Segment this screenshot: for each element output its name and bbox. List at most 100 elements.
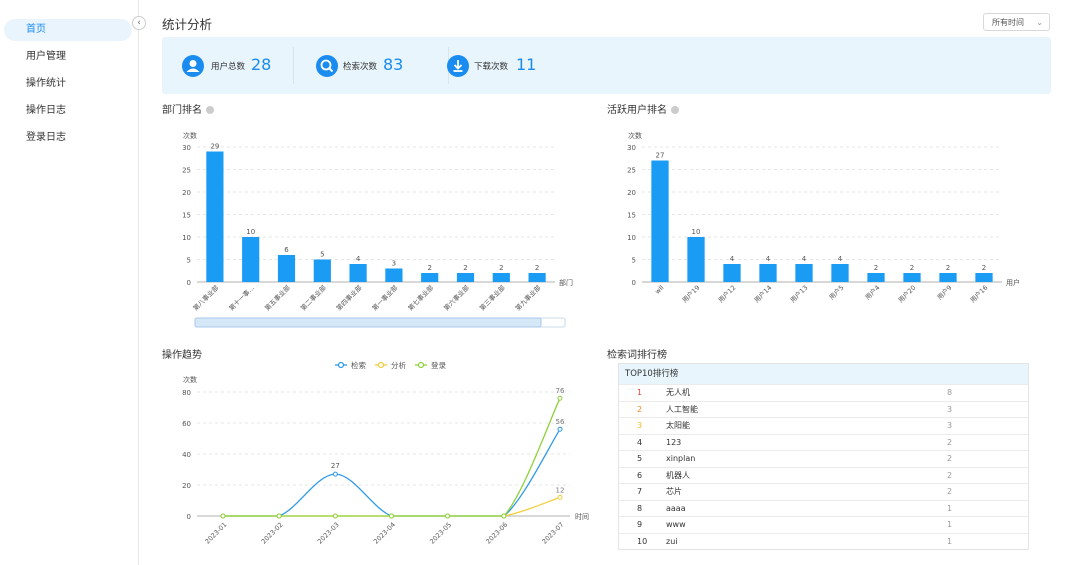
y-tick-label: 60 — [182, 420, 191, 428]
legend-marker — [417, 361, 425, 369]
table-row: 10 zui 1 — [619, 532, 1028, 550]
rank-cell: 4 — [637, 437, 643, 447]
x-tick-label: 第六事业部 — [442, 283, 472, 313]
y-tick-label: 0 — [187, 279, 191, 287]
bar-value-label: 2 — [982, 264, 986, 272]
y-tick-label: 0 — [632, 279, 636, 287]
sidebar-item-login-log[interactable]: 登录日志 — [4, 127, 132, 149]
bar — [939, 273, 957, 282]
data-point — [332, 513, 338, 519]
bar-value-label: 2 — [535, 264, 539, 272]
sidebar-item-operation-log[interactable]: 操作日志 — [4, 100, 132, 122]
keyword-cell: 太阳能 — [666, 421, 690, 430]
help-icon[interactable] — [206, 106, 214, 114]
user-icon — [182, 55, 204, 77]
x-axis-label: 时间 — [575, 512, 589, 521]
chevron-left-icon[interactable]: ‹ — [132, 16, 146, 30]
stat-value: 11 — [516, 55, 537, 74]
rank-cell: 10 — [637, 536, 648, 546]
x-tick-label: 第二事业部 — [298, 283, 328, 313]
end-value-label: 76 — [556, 387, 565, 395]
y-tick-label: 10 — [182, 234, 191, 242]
stat-label: 用户总数 — [211, 62, 246, 72]
series-line — [223, 428, 561, 517]
table-header: TOP10排行榜 — [619, 364, 1028, 384]
series-line — [223, 496, 561, 517]
x-tick-label: 2023-04 — [372, 521, 397, 546]
bar — [385, 268, 403, 282]
operation-trend-chart: 0 20 40 60 80 次数时间 2023-01 2023-02 2023-03 2023-0… — [182, 360, 589, 546]
keyword-cell: xinplan — [666, 454, 696, 463]
bar — [759, 264, 777, 282]
bar — [831, 264, 849, 282]
x-tick-label: 用户20 — [896, 283, 917, 304]
count-cell: 2 — [947, 487, 953, 496]
bar-value-label: 2 — [463, 264, 467, 272]
y-tick-label: 15 — [627, 212, 636, 220]
rank-cell: 7 — [637, 487, 643, 496]
y-axis-label: 次数 — [183, 375, 197, 384]
x-tick-label: 第一事业部 — [370, 283, 400, 313]
y-tick-label: 15 — [182, 212, 191, 220]
keyword-cell: 123 — [666, 437, 682, 447]
data-point — [389, 513, 394, 519]
sidebar-item-operation-stats[interactable]: 操作统计 — [4, 73, 132, 95]
page-title: 统计分析 — [162, 17, 213, 32]
bar — [651, 160, 669, 282]
keyword-rank-table: TOP10排行榜 1 无人机 8 2 人工智能 3 3 太阳能 3 4 123 2 5 xinplan 2 6… — [618, 363, 1029, 550]
table-row: 5 xinplan 2 — [619, 450, 1028, 467]
legend-marker — [337, 361, 345, 369]
x-tick-label: 2023-03 — [316, 521, 341, 546]
sidebar-item-home[interactable]: 首页 — [4, 19, 132, 41]
bar-value-label: 2 — [499, 264, 503, 272]
x-axis-label: 部门 — [559, 278, 573, 287]
count-cell: 8 — [947, 388, 953, 397]
table-body: 1 无人机 8 2 人工智能 3 3 太阳能 3 4 123 2 5 xinplan 2 6 机器人 2 7 芯片 2 8… — [619, 384, 1028, 549]
x-tick-label: 用户5 — [827, 283, 845, 301]
rank-cell: 6 — [637, 470, 643, 480]
bar — [277, 255, 296, 282]
bar-value-label: 4 — [356, 255, 361, 263]
y-axis-label: 次数 — [628, 131, 642, 140]
active-user-rank-title: 活跃用户排名 — [607, 101, 679, 116]
bar — [206, 151, 224, 282]
y-axis-label: 次数 — [183, 131, 197, 140]
download-icon — [447, 55, 469, 77]
stat-value: 28 — [251, 55, 272, 74]
count-cell: 2 — [947, 454, 953, 463]
rank-cell: 9 — [637, 520, 643, 529]
x-tick-label: 2023-01 — [204, 521, 229, 546]
x-axis-label: 用户 — [1006, 278, 1020, 287]
bar — [349, 264, 367, 282]
x-tick-label: 2023-02 — [260, 521, 285, 546]
x-tick-label: 第四事业部 — [334, 283, 364, 313]
rank-cell: 5 — [637, 454, 643, 463]
x-tick-label: 第九事业部 — [513, 283, 543, 313]
active-user-rank-chart: 0 5 10 15 20 25 30 次数用户 27 wll 10 用户19 4 用户12 4 用户14 4 用户… — [627, 131, 1020, 304]
bar-value-label: 2 — [946, 264, 950, 272]
dept-rank-title: 部门排名 — [162, 101, 214, 116]
data-point — [557, 395, 563, 401]
x-tick-label: 用户16 — [968, 283, 989, 304]
x-tick-label: 2023-05 — [428, 521, 453, 546]
keyword-rank-title: 检索词排行榜 — [607, 350, 667, 361]
table-row: 7 芯片 2 — [619, 483, 1028, 500]
count-cell: 3 — [947, 404, 953, 414]
time-filter-select[interactable]: 所有时间 ⌄ — [983, 13, 1050, 31]
legend-label: 登录 — [431, 360, 446, 370]
sidebar-item-user-management[interactable]: 用户管理 — [4, 46, 132, 68]
keyword-cell: 人工智能 — [666, 404, 698, 414]
count-cell: 1 — [947, 503, 953, 513]
keyword-cell: www — [666, 520, 686, 529]
x-tick-label: 第十一事… — [227, 283, 256, 312]
bar — [795, 264, 813, 282]
keyword-cell: 无人机 — [666, 388, 690, 397]
count-cell: 1 — [947, 520, 953, 529]
data-point — [445, 513, 451, 519]
y-tick-label: 30 — [627, 144, 636, 152]
count-cell: 1 — [947, 536, 953, 546]
bar-value-label: 3 — [392, 260, 396, 268]
data-point — [501, 513, 507, 519]
table-row: 1 无人机 8 — [619, 384, 1028, 401]
help-icon[interactable] — [671, 106, 679, 114]
